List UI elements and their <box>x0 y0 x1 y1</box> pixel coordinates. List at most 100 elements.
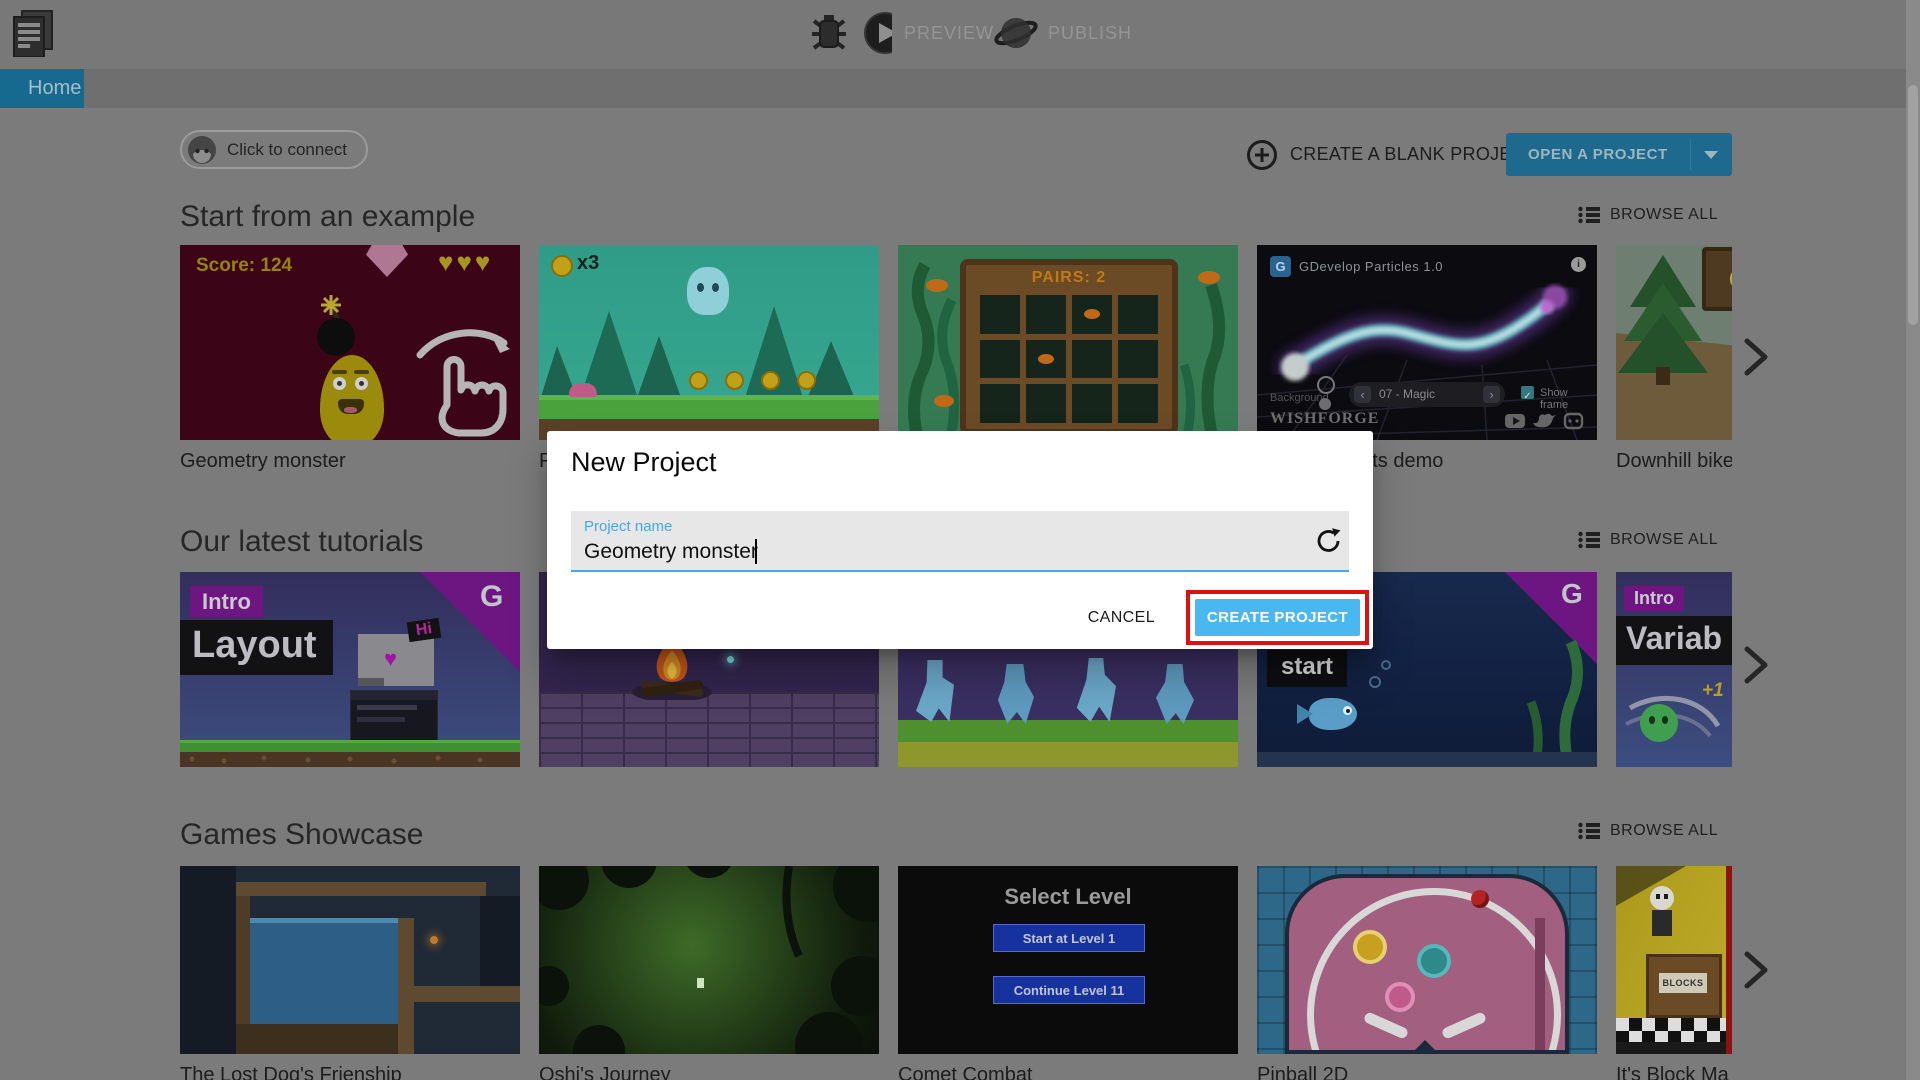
preset-pill[interactable]: ‹ 07 - Magic › <box>1349 382 1505 407</box>
project-name-value[interactable]: Geometry monster <box>584 540 758 564</box>
next-button[interactable]: › <box>1483 386 1500 403</box>
example-card-geometry-monster[interactable]: Score: 124 ♥♥♥ <box>180 245 520 440</box>
browse-all-tutorials[interactable]: BROWSE ALL <box>1578 531 1718 549</box>
section-title-showcase: Games Showcase <box>180 818 424 851</box>
gdevelop-window: PREVIEW PUBLISH Home Click to connect CR… <box>0 0 1920 1080</box>
intro-text: Intro <box>202 589 251 614</box>
game-card-oshi[interactable] <box>539 866 879 1054</box>
example-label[interactable]: Downhill bike <box>1616 450 1732 473</box>
connect-button[interactable]: Click to connect <box>180 130 368 169</box>
rock-ledge <box>414 986 520 1002</box>
cancel-button[interactable]: CANCEL <box>1075 609 1155 627</box>
info-icon[interactable]: i <box>1571 257 1586 272</box>
dancer <box>1156 664 1194 724</box>
monster-character <box>320 355 384 440</box>
hi-text: Hi <box>414 619 434 640</box>
example-card-platformer[interactable]: x3 <box>539 245 879 440</box>
game-card-pinball[interactable] <box>1257 866 1597 1054</box>
level-button-2-label: Continue Level 11 <box>1013 982 1125 998</box>
cave-wall <box>180 866 236 1054</box>
example-card-downhill[interactable]: G <box>1616 245 1732 440</box>
create-blank-project-button[interactable]: CREATE A BLANK PROJECT <box>1246 133 1536 176</box>
info-glyph: i <box>1577 259 1580 270</box>
publish-button[interactable]: PUBLISH <box>994 12 1134 54</box>
show-frame-label: Show frame <box>1540 387 1569 411</box>
dialog-title: New Project <box>571 447 717 477</box>
game-card-lost-dog[interactable] <box>180 866 520 1054</box>
coin-counter-icon <box>551 255 573 277</box>
intro-badge: Intro <box>1624 586 1684 611</box>
water-pool <box>250 918 398 1029</box>
open-project-label: OPEN A PROJECT <box>1528 146 1668 163</box>
tutorial-card-layout[interactable]: G Intro Layout ♥ Hi <box>180 572 520 767</box>
create-project-button[interactable]: CREATE PROJECT <box>1195 599 1360 636</box>
goldfish <box>926 279 948 292</box>
browse-all-label: BROWSE ALL <box>1610 822 1719 839</box>
planet-icon <box>994 18 1038 48</box>
carousel-next-tutorials[interactable] <box>1744 646 1770 684</box>
bumper <box>1417 944 1451 978</box>
pairs-title: PAIRS: 2 <box>1031 269 1107 286</box>
play-icon <box>864 12 892 54</box>
section-title-examples: Start from an example <box>180 200 476 233</box>
score-text: Score: 124 <box>196 255 293 276</box>
hi-bubble: Hi <box>406 617 442 643</box>
layout-badge: Layout <box>180 620 333 675</box>
coin <box>797 371 816 390</box>
carousel-next-examples[interactable] <box>1744 338 1770 376</box>
game-label[interactable]: Oshi's Journey <box>539 1064 671 1080</box>
color-swatch-filled[interactable] <box>1319 398 1331 410</box>
start-badge: start <box>1267 650 1348 687</box>
torch-light <box>430 936 438 944</box>
example-label[interactable]: Geometry monster <box>180 450 346 473</box>
vine-silhouettes <box>539 866 879 1054</box>
game-label[interactable]: It's Block Ma <box>1616 1064 1729 1080</box>
character-body <box>1652 910 1672 936</box>
coin <box>761 371 780 390</box>
preview-label: PREVIEW <box>903 22 994 43</box>
project-name-field[interactable]: Project name Geometry monster <box>571 511 1349 572</box>
level-button-1[interactable]: Start at Level 1 <box>993 924 1145 952</box>
debug-icon[interactable] <box>810 11 848 55</box>
create-project-label: CREATE PROJECT <box>1206 609 1349 626</box>
carousel-next-showcase[interactable] <box>1744 951 1770 989</box>
pinball-table <box>1285 874 1569 1054</box>
avatar-icon <box>188 135 216 164</box>
particles-title: GDevelop Particles 1.0 <box>1299 259 1443 274</box>
check-glyph: ✓ <box>1523 391 1532 402</box>
game-label[interactable]: Pinball 2D <box>1257 1064 1348 1080</box>
game-label[interactable]: Comet Combat <box>898 1064 1033 1080</box>
prev-button[interactable]: ‹ <box>1354 386 1371 403</box>
bumper <box>1385 982 1415 1012</box>
scrollbar-thumb[interactable] <box>1908 85 1918 325</box>
open-project-button[interactable]: OPEN A PROJECT <box>1506 133 1732 176</box>
preview-button[interactable]: PREVIEW <box>864 12 994 54</box>
pentagon-shape <box>366 245 408 277</box>
browse-all-showcase[interactable]: BROWSE ALL <box>1578 822 1718 840</box>
tutorial-card-variables[interactable]: Intro Variab +1 <box>1616 572 1732 767</box>
dropdown-caret-icon[interactable] <box>1703 150 1719 160</box>
browse-all-label: BROWSE ALL <box>1610 206 1719 223</box>
browse-all-examples[interactable]: BROWSE ALL <box>1578 206 1718 224</box>
show-frame-checkbox[interactable]: ✓ <box>1521 386 1534 402</box>
checkered-floor <box>1616 1018 1732 1044</box>
wooden-sign: G <box>1702 247 1732 311</box>
color-swatch-outline[interactable] <box>1317 376 1335 394</box>
variables-text: Variab <box>1626 620 1723 656</box>
level-button-2[interactable]: Continue Level 11 <box>993 976 1145 1004</box>
example-card-pairs[interactable]: PAIRS: 2 <box>898 245 1238 440</box>
game-card-comet[interactable]: Select Level Start at Level 1 Continue L… <box>898 866 1238 1054</box>
pinball-ball <box>1471 890 1489 908</box>
tab-home[interactable]: Home <box>0 69 84 108</box>
refresh-icon[interactable] <box>1315 527 1343 555</box>
preset-name: 07 - Magic <box>1379 387 1436 401</box>
game-label[interactable]: The Lost Dog's Frienship <box>180 1064 402 1080</box>
project-manager-button[interactable] <box>10 9 56 58</box>
coin-counter-text: x3 <box>577 252 600 274</box>
example-card-particles[interactable]: G GDevelop Particles 1.0 i Background ‹ … <box>1257 245 1597 440</box>
game-card-blocks[interactable]: BLOCKS <box>1616 866 1732 1054</box>
list-icon <box>1578 531 1600 549</box>
kelp <box>1526 639 1583 767</box>
bubble <box>1369 676 1381 688</box>
bomb-icon <box>317 295 355 356</box>
